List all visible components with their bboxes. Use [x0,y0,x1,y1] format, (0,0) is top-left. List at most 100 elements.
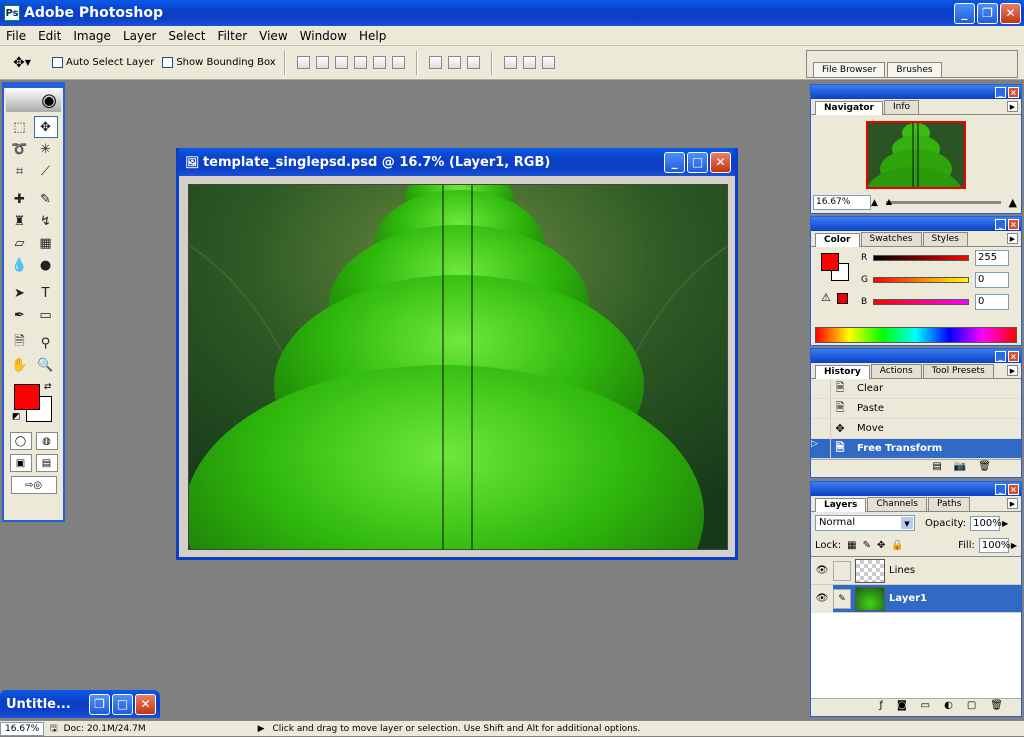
history-item-selected[interactable]: ▷ 🗎 Free Transform [811,438,1021,459]
r-field[interactable]: 255 [975,250,1009,266]
move-tool-icon[interactable]: ✥ [33,116,58,138]
panel-close-icon[interactable]: × [1008,350,1019,362]
panel-menu-icon[interactable]: ▶ [1007,101,1018,112]
new-document-from-state-icon[interactable]: ▤ [932,461,941,472]
blend-mode-select[interactable]: Normal ▼ [815,515,915,531]
tab-styles[interactable]: Styles [922,232,968,246]
distribute-vcenter-icon[interactable] [447,56,461,69]
brush-tool-icon[interactable]: ✎ [34,188,58,210]
blur-tool-icon[interactable]: 💧 [8,254,32,276]
doc-minimize-button[interactable]: _ [664,151,685,173]
add-mask-icon[interactable]: ◙ [897,700,907,711]
standard-screen-mode-icon[interactable]: ▣ [9,454,32,472]
menu-image[interactable]: Image [67,29,117,43]
history-item[interactable]: ✥ Move [811,418,1021,439]
g-slider[interactable] [873,277,969,283]
new-set-icon[interactable]: ▭ [921,700,930,711]
distribute-right-icon[interactable] [541,56,555,69]
panel-minimize-icon[interactable]: _ [995,86,1006,98]
hand-tool-icon[interactable]: ✋ [8,354,32,376]
align-bottom-icon[interactable] [334,56,348,69]
type-tool-icon[interactable]: T [34,282,58,304]
gamut-color-swatch[interactable] [837,293,848,304]
maximize-document-button[interactable]: □ [112,693,133,715]
restore-button[interactable]: ❐ [977,2,998,24]
panel-menu-icon[interactable]: ▶ [1007,498,1018,509]
panel-minimize-icon[interactable]: _ [995,350,1006,362]
gradient-tool-icon[interactable]: ▦ [34,232,58,254]
jump-to-imageready-icon[interactable]: ⇨◎ [10,476,57,494]
adjustment-layer-icon[interactable]: ◐ [944,700,953,711]
panel-minimize-icon[interactable]: _ [995,218,1006,230]
marquee-tool-icon[interactable]: ⬚ [8,116,32,138]
r-slider[interactable] [873,255,969,261]
menu-file[interactable]: File [0,29,32,43]
menu-layer[interactable]: Layer [117,29,162,43]
brush-icon[interactable]: ✎ [833,588,851,609]
document-title-bar[interactable]: 🖼 template_singlepsd.psd @ 16.7% (Layer1… [179,148,735,176]
panel-close-icon[interactable]: × [1008,483,1019,495]
slice-tool-icon[interactable]: ⟋ [34,160,58,182]
visibility-eye-icon[interactable]: 👁 [811,565,833,576]
zoom-slider[interactable]: ▲ [885,197,1001,206]
b-field[interactable]: 0 [975,294,1009,310]
tab-swatches[interactable]: Swatches [860,232,922,246]
menu-edit[interactable]: Edit [32,29,67,43]
menu-help[interactable]: Help [353,29,392,43]
restore-document-button[interactable]: ❐ [89,693,110,715]
foreground-color-swatch[interactable] [14,384,40,410]
eraser-tool-icon[interactable]: ▱ [8,232,32,254]
color-foreground-swatch[interactable] [821,253,839,271]
doc-close-button[interactable]: ✕ [710,151,731,173]
full-screen-menu-mode-icon[interactable]: ▤ [35,454,58,472]
align-hcenter-icon[interactable] [372,56,386,69]
panel-menu-icon[interactable]: ▶ [1007,233,1018,244]
opacity-field[interactable]: 100% [970,515,1002,531]
lock-transparency-icon[interactable]: ▦ [847,540,856,551]
panel-close-icon[interactable]: × [1008,86,1019,98]
distribute-top-icon[interactable] [428,56,442,69]
layer-row[interactable]: 👁 Lines [811,557,1021,585]
doc-maximize-button[interactable]: □ [687,151,708,173]
align-right-icon[interactable] [391,56,405,69]
minimize-button[interactable]: _ [954,2,975,24]
lock-all-icon[interactable]: 🔒 [891,540,903,551]
layer-row-selected[interactable]: 👁 ✎ Layer1 [811,584,1021,613]
fill-field[interactable]: 100% [978,537,1010,553]
history-brush-source-icon[interactable]: ▷ [811,438,831,459]
history-item[interactable]: 🗎 Clear [811,379,1021,399]
b-slider[interactable] [873,299,969,305]
tab-channels[interactable]: Channels [867,497,927,511]
tab-layers[interactable]: Layers [815,498,867,512]
zoom-out-icon[interactable]: ▲ [871,198,878,208]
layer-style-icon[interactable]: ƒ [879,700,883,711]
tab-info[interactable]: Info [884,100,920,114]
clone-stamp-tool-icon[interactable]: ♜ [8,210,32,232]
align-left-icon[interactable] [353,56,367,69]
tab-history[interactable]: History [815,365,870,379]
tab-file-browser[interactable]: File Browser [813,62,886,77]
distribute-bottom-icon[interactable] [466,56,480,69]
navigator-zoom-field[interactable]: 16.67% [813,195,871,210]
delete-layer-icon[interactable]: 🗑 [990,700,1003,711]
menu-view[interactable]: View [253,29,293,43]
lock-position-icon[interactable]: ✥ [877,540,885,551]
distribute-hcenter-icon[interactable] [522,56,536,69]
panel-minimize-icon[interactable]: _ [995,483,1006,495]
shape-tool-icon[interactable]: ▭ [34,304,58,326]
tab-tool-presets[interactable]: Tool Presets [922,364,994,378]
history-item[interactable]: 🗎 Paste [811,398,1021,419]
panel-close-icon[interactable]: × [1008,218,1019,230]
show-bounding-box-checkbox[interactable]: Show Bounding Box [162,57,276,68]
fill-arrow-icon[interactable]: ▶ [1011,541,1017,550]
new-snapshot-icon[interactable]: 📷 [954,461,966,472]
magic-wand-tool-icon[interactable]: ✳ [34,138,58,160]
new-layer-icon[interactable]: ▢ [967,700,976,711]
document-size-info[interactable]: Doc: 20.1M/24.7M [64,724,146,734]
standard-mode-icon[interactable]: ◯ [9,432,32,450]
color-spectrum-ramp[interactable] [815,327,1017,343]
path-selection-tool-icon[interactable]: ➤ [8,282,32,304]
dodge-tool-icon[interactable]: ● [34,254,58,276]
status-zoom-field[interactable]: 16.67% [0,721,44,736]
menu-window[interactable]: Window [294,29,353,43]
